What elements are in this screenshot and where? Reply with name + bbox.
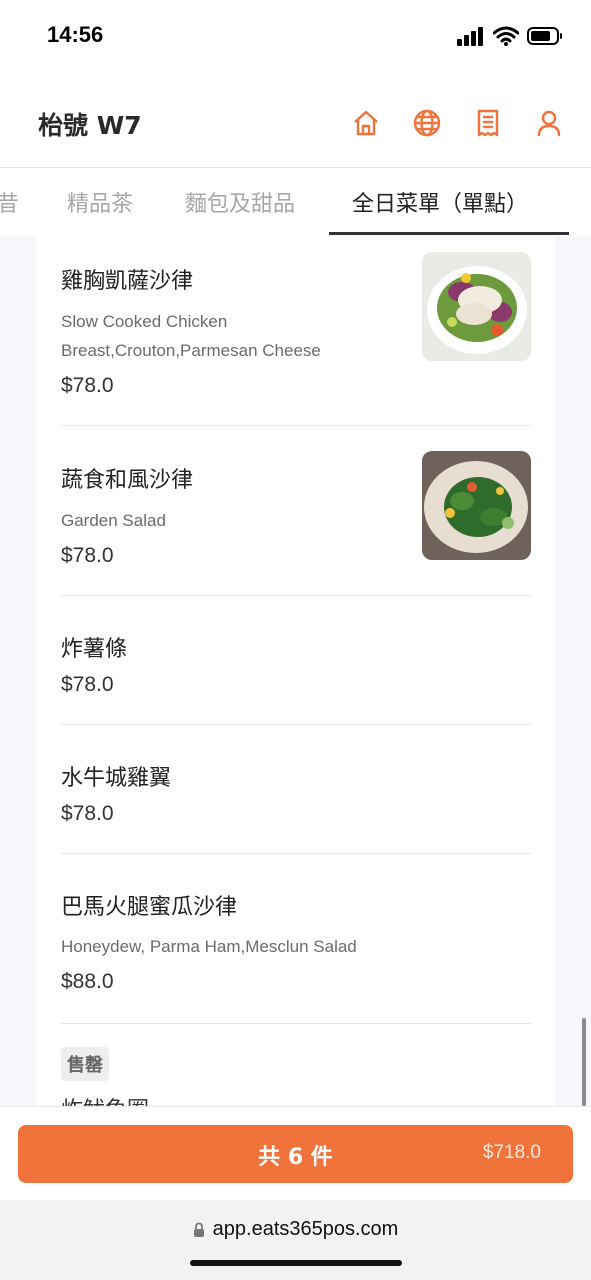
menu-item[interactable]: 水牛城雞翼 $78.0	[61, 725, 531, 854]
item-name: 蔬食和風沙律	[61, 468, 194, 493]
item-price: $78.0	[61, 802, 114, 825]
tab-premium-tea[interactable]: 精品茶	[67, 186, 133, 218]
url-text: app.eats365pos.com	[212, 1218, 399, 1240]
item-name: 炸薯條	[61, 637, 128, 662]
globe-icon	[413, 109, 440, 136]
language-button[interactable]	[406, 102, 447, 143]
wifi-icon	[493, 26, 519, 46]
home-button[interactable]	[345, 102, 386, 143]
user-icon	[537, 110, 560, 136]
item-photo[interactable]	[422, 451, 531, 560]
item-name: 巴馬火腿蜜瓜沙律	[61, 895, 238, 920]
item-photo[interactable]	[422, 252, 531, 361]
tab-previous[interactable]: 昔	[0, 186, 19, 218]
category-tabs: 昔 精品茶 麵包及甜品 全日菜單（單點）	[0, 168, 591, 238]
menu-card: 雞胸凱薩沙律 Slow Cooked Chicken Breast,Crouto…	[36, 236, 555, 1106]
browser-bar: app.eats365pos.com	[0, 1200, 591, 1280]
cart-total: $718.0	[482, 1142, 541, 1163]
receipt-icon	[477, 109, 498, 136]
view-cart-button[interactable]: 共 6 件 $718.0	[18, 1125, 573, 1183]
status-time: 14:56	[47, 22, 104, 47]
menu-item[interactable]: 巴馬火腿蜜瓜沙律 Honeydew, Parma Ham,Mesclun Sal…	[61, 854, 531, 1024]
battery-icon	[527, 27, 562, 45]
menu-item[interactable]: 炸薯條 $78.0	[61, 596, 531, 725]
item-description: Honeydew, Parma Ham,Mesclun Salad	[61, 937, 357, 956]
address-bar[interactable]: app.eats365pos.com	[0, 1218, 591, 1241]
item-price: $88.0	[61, 970, 114, 993]
item-price: $78.0	[61, 374, 114, 397]
cart-bar: 共 6 件 $718.0	[0, 1106, 591, 1200]
lock-icon	[193, 1222, 204, 1237]
item-description: Garden Salad	[61, 511, 166, 530]
item-description-line2: Breast,Crouton,Parmesan Cheese	[61, 341, 321, 360]
scrollbar[interactable]	[582, 1018, 586, 1106]
account-button[interactable]	[528, 102, 569, 143]
status-bar: 14:56	[0, 0, 591, 76]
item-description-line1: Slow Cooked Chicken	[61, 312, 228, 331]
cellular-signal-icon	[457, 27, 483, 46]
item-name: 雞胸凱薩沙律	[61, 269, 194, 294]
item-price: $78.0	[61, 544, 114, 567]
header-icons	[345, 102, 569, 143]
tab-all-day-menu[interactable]: 全日菜單（單點）	[352, 186, 528, 218]
home-icon	[353, 110, 378, 135]
home-indicator[interactable]	[190, 1260, 402, 1266]
item-name: 水牛城雞翼	[61, 766, 172, 791]
orders-button[interactable]	[467, 102, 508, 143]
active-tab-indicator	[329, 232, 569, 235]
item-name: 炸魷魚圈	[61, 1092, 149, 1106]
status-icons	[457, 26, 563, 46]
menu-item[interactable]: 蔬食和風沙律 Garden Salad $78.0	[61, 426, 531, 596]
menu-item[interactable]: 雞胸凱薩沙律 Slow Cooked Chicken Breast,Crouto…	[61, 236, 531, 426]
sold-out-badge: 售罄	[61, 1047, 109, 1081]
tab-bread-dessert[interactable]: 麵包及甜品	[185, 186, 295, 218]
item-price: $78.0	[61, 673, 114, 696]
table-title: 枱號 W7	[38, 111, 142, 140]
menu-list-area: 雞胸凱薩沙律 Slow Cooked Chicken Breast,Crouto…	[0, 236, 591, 1106]
app-header: 枱號 W7	[0, 76, 591, 168]
